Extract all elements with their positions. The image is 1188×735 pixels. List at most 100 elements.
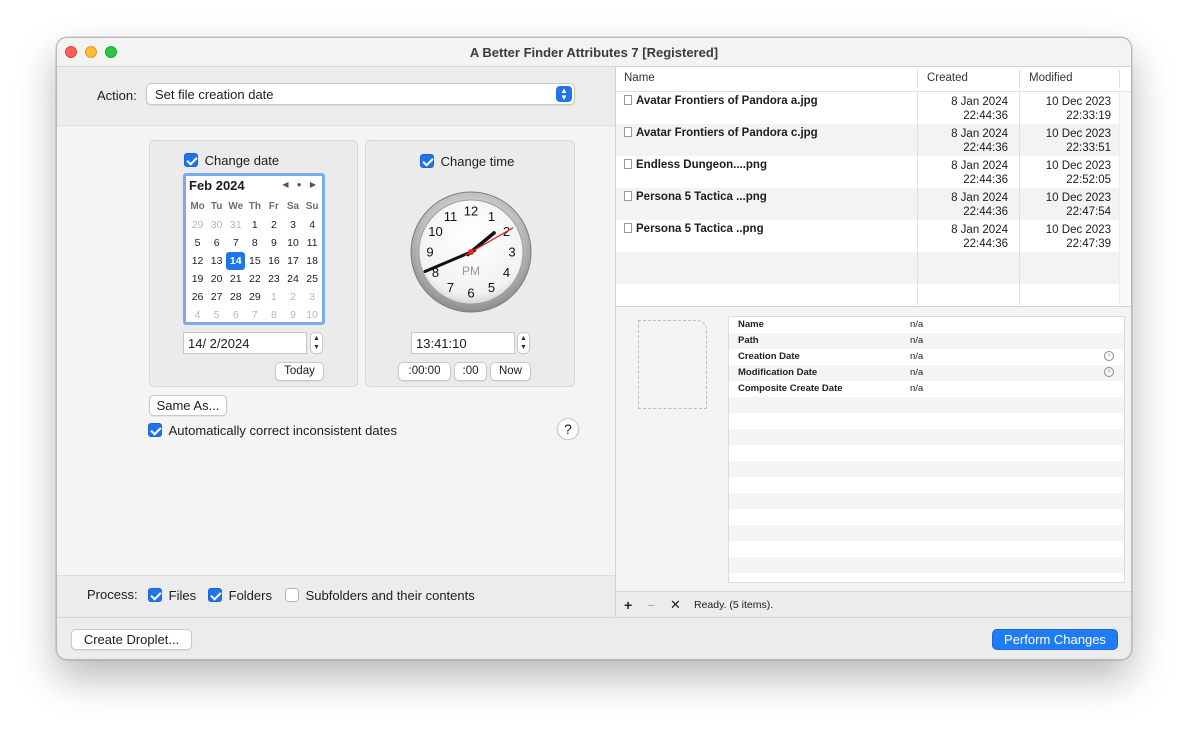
process-subfolders-checkbox[interactable]: Subfolders and their contents [285, 588, 475, 603]
calendar-day[interactable]: 10 [283, 234, 302, 252]
table-row[interactable]: Avatar Frontiers of Pandora c.jpg 8 Jan 2… [616, 124, 1119, 156]
metadata-row[interactable]: Name n/a [729, 317, 1124, 333]
arrow-right-circle-icon[interactable]: › [1104, 351, 1114, 361]
process-files-checkbox[interactable]: Files [148, 588, 196, 603]
calendar-day[interactable]: 8 [245, 234, 264, 252]
table-row[interactable]: Endless Dungeon....png 8 Jan 2024 22:44:36… [616, 156, 1119, 188]
calendar-day[interactable]: 9 [264, 234, 283, 252]
settings-pane: Action: Set file creation date ▲ ▼ Change… [57, 67, 615, 618]
file-name: Endless Dungeon....png [624, 159, 767, 171]
date-field[interactable]: 14/ 2/2024 [183, 332, 307, 354]
calendar-day[interactable]: 3 [303, 288, 322, 306]
calendar-day[interactable]: 8 [264, 306, 283, 324]
calendar-day[interactable]: 2 [283, 288, 302, 306]
calendar-day[interactable]: 27 [207, 288, 226, 306]
calendar-day[interactable]: 17 [283, 252, 302, 270]
created-date: 8 Jan 2024 [951, 160, 1008, 172]
empty-metadata-row [729, 413, 1124, 429]
file-table-scrollbar[interactable] [1119, 92, 1131, 305]
calendar-day[interactable]: 23 [264, 270, 283, 288]
created-date: 8 Jan 2024 [951, 96, 1008, 108]
table-row[interactable]: Persona 5 Tactica ...png 8 Jan 2024 22:44:… [616, 188, 1119, 220]
calendar-day[interactable]: 28 [226, 288, 245, 306]
calendar-week: 29 30 31 1 2 3 4 [188, 216, 322, 234]
calendar-day[interactable]: 31 [226, 216, 245, 234]
date-stepper[interactable]: ▲ ▼ [310, 332, 323, 354]
calendar-day[interactable]: 5 [188, 234, 207, 252]
calendar-day[interactable]: 25 [303, 270, 322, 288]
calendar-day[interactable]: 29 [188, 216, 207, 234]
auto-correct-checkbox[interactable]: Automatically correct inconsistent dates [148, 423, 397, 438]
column-modified[interactable]: Modified [1029, 72, 1072, 84]
table-row[interactable]: Avatar Frontiers of Pandora a.jpg 8 Jan 2… [616, 92, 1119, 124]
calendar-day[interactable]: 1 [264, 288, 283, 306]
calendar-day[interactable]: 11 [303, 234, 322, 252]
calendar-day[interactable]: 13 [207, 252, 226, 270]
empty-table-row [616, 252, 1119, 284]
today-button[interactable]: Today [275, 362, 324, 381]
calendar-day[interactable]: 3 [283, 216, 302, 234]
calendar-day[interactable]: 10 [303, 306, 322, 324]
calendar-day[interactable]: 19 [188, 270, 207, 288]
modified-cell: 10 Dec 2023 22:52:05 [1046, 159, 1111, 187]
calendar[interactable]: Feb 2024 ◀ ● ▶ Mo Tu We Th Fr Sa Su 29 30 31 1 2 3 4 5… [183, 173, 325, 325]
arrow-right-circle-icon[interactable]: › [1104, 367, 1114, 377]
same-as-button[interactable]: Same As... [149, 395, 227, 416]
calendar-week: 5 6 7 8 9 10 11 [188, 234, 322, 252]
change-time-checkbox[interactable]: Change time [420, 154, 514, 169]
metadata-row[interactable]: Path n/a [729, 333, 1124, 349]
change-date-checkbox[interactable]: Change date [184, 153, 279, 168]
zero-seconds-button[interactable]: :00 [454, 362, 487, 381]
remove-file-button[interactable]: − [647, 597, 655, 613]
column-name[interactable]: Name [624, 72, 655, 84]
time-box: Change time 12123456 [365, 140, 575, 387]
calendar-day[interactable]: 30 [207, 216, 226, 234]
create-droplet-button[interactable]: Create Droplet... [71, 629, 192, 650]
column-created[interactable]: Created [927, 72, 968, 84]
calendar-day[interactable]: 6 [226, 306, 245, 324]
calendar-day[interactable]: 9 [283, 306, 302, 324]
calendar-day[interactable]: 12 [188, 252, 207, 270]
calendar-day[interactable]: 15 [245, 252, 264, 270]
process-folders-checkbox[interactable]: Folders [208, 588, 272, 603]
modified-date: 10 Dec 2023 [1045, 96, 1111, 108]
calendar-weekday: Fr [268, 201, 279, 212]
calendar-day[interactable]: 16 [264, 252, 283, 270]
calendar-day[interactable]: 2 [264, 216, 283, 234]
created-cell: 8 Jan 2024 22:44:36 [951, 191, 1008, 219]
action-popup[interactable]: Set file creation date ▲ ▼ [146, 83, 575, 105]
clear-list-button[interactable]: ✕ [670, 597, 681, 613]
perform-changes-button[interactable]: Perform Changes [992, 629, 1118, 650]
calendar-day[interactable]: 22 [245, 270, 264, 288]
time-stepper[interactable]: ▲ ▼ [517, 332, 530, 354]
modified-time: 22:47:54 [1066, 206, 1111, 218]
calendar-day[interactable]: 18 [303, 252, 322, 270]
calendar-day[interactable]: 26 [188, 288, 207, 306]
analog-clock[interactable]: 121234567891011 PM [410, 191, 532, 313]
metadata-row[interactable]: Modification Date n/a › [729, 365, 1124, 381]
calendar-day-selected[interactable]: 14 [226, 252, 246, 270]
calendar-day[interactable]: 4 [303, 216, 322, 234]
file-name-text: Endless Dungeon....png [636, 159, 767, 171]
calendar-day[interactable]: 4 [188, 306, 207, 324]
calendar-day[interactable]: 24 [283, 270, 302, 288]
table-row[interactable]: Persona 5 Tactica ..png 8 Jan 2024 22:44:3… [616, 220, 1119, 252]
calendar-day[interactable]: 7 [226, 234, 245, 252]
calendar-day[interactable]: 29 [245, 288, 264, 306]
metadata-row[interactable]: Creation Date n/a › [729, 349, 1124, 365]
add-files-button[interactable]: + [624, 597, 632, 613]
metadata-key: Creation Date [738, 351, 800, 362]
calendar-day[interactable]: 1 [245, 216, 264, 234]
calendar-nav-icon[interactable]: ◀ ● ▶ [282, 180, 319, 189]
now-button[interactable]: Now [490, 362, 531, 381]
help-button[interactable]: ? [557, 418, 579, 440]
checkbox-unchecked-icon [285, 588, 299, 602]
metadata-row[interactable]: Composite Create Date n/a [729, 381, 1124, 397]
calendar-day[interactable]: 5 [207, 306, 226, 324]
calendar-day[interactable]: 20 [207, 270, 226, 288]
zero-minutes-seconds-button[interactable]: :00:00 [398, 362, 451, 381]
calendar-day[interactable]: 21 [226, 270, 245, 288]
calendar-day[interactable]: 6 [207, 234, 226, 252]
calendar-day[interactable]: 7 [245, 306, 264, 324]
time-field[interactable]: 13:41:10 [411, 332, 515, 354]
